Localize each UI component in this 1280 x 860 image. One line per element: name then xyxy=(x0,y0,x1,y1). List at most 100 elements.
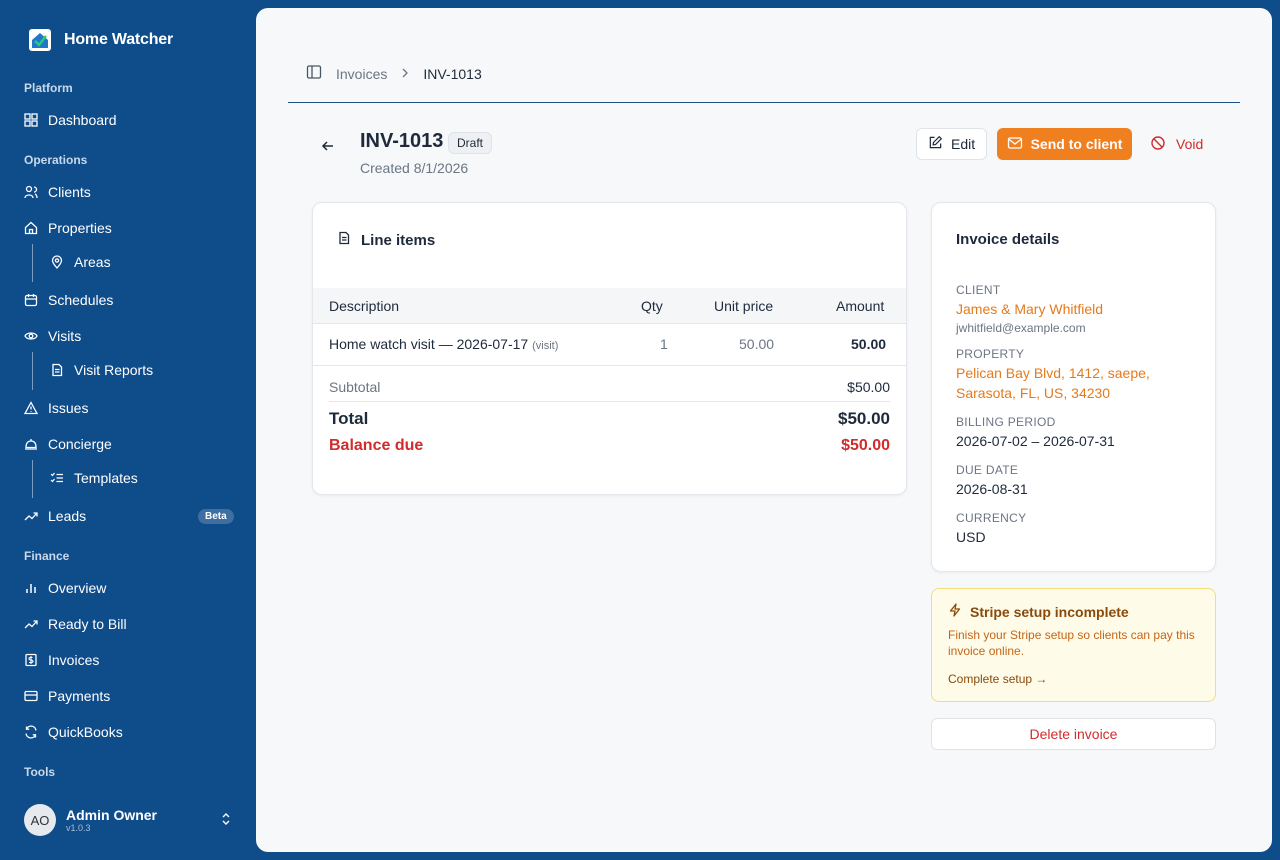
currency-label: CURRENCY xyxy=(956,511,1027,525)
due-date-label: DUE DATE xyxy=(956,463,1019,477)
stripe-setup-alert: Stripe setup incomplete Finish your Stri… xyxy=(931,588,1216,702)
line-items-title: Line items xyxy=(337,231,435,249)
sidebar-item-payments[interactable]: Payments xyxy=(24,684,234,708)
sidebar-item-dashboard[interactable]: Dashboard xyxy=(24,108,234,132)
sidebar-item-label: Visits xyxy=(48,328,82,344)
trending-up-icon xyxy=(24,617,38,631)
send-to-client-button[interactable]: Send to client xyxy=(997,128,1132,160)
send-label: Send to client xyxy=(1030,136,1123,152)
avatar: AO xyxy=(24,804,56,836)
sidebar: Home Watcher Platform Dashboard Operatio… xyxy=(0,0,256,860)
subtotal-label: Subtotal xyxy=(329,379,381,395)
delete-invoice-button[interactable]: Delete invoice xyxy=(931,718,1216,750)
chevrons-up-down-icon xyxy=(220,812,232,831)
due-date-value: 2026-08-31 xyxy=(956,481,1028,497)
stripe-description: Finish your Stripe setup so clients can … xyxy=(948,628,1195,658)
complete-setup-link[interactable]: Complete setup → xyxy=(948,672,1047,686)
chevron-right-icon xyxy=(401,66,409,82)
eye-icon xyxy=(24,329,38,343)
user-menu[interactable]: AO Admin Owner v1.0.3 xyxy=(24,804,234,836)
breadcrumb-invoices[interactable]: Invoices xyxy=(336,66,387,82)
sidebar-item-visit-reports[interactable]: Visit Reports xyxy=(50,358,260,382)
sidebar-item-label: Issues xyxy=(48,400,89,416)
col-description: Description xyxy=(329,298,400,314)
row-tag: (visit) xyxy=(532,340,559,352)
property-label: PROPERTY xyxy=(956,347,1025,361)
total-row: Total $50.00 xyxy=(329,409,890,429)
map-pin-icon xyxy=(50,255,64,269)
created-date: Created 8/1/2026 xyxy=(360,160,469,176)
section-finance: Finance xyxy=(24,549,70,563)
table-row: Home watch visit — 2026-07-17 (visit) 1 … xyxy=(313,324,906,366)
sidebar-item-templates[interactable]: Templates xyxy=(50,466,260,490)
dollar-receipt-icon xyxy=(24,653,38,667)
sidebar-item-areas[interactable]: Areas xyxy=(50,250,260,274)
app-version: v1.0.3 xyxy=(66,823,91,833)
section-tools: Tools xyxy=(24,765,56,779)
line-items-card: Line items Description Qty Unit price Am… xyxy=(312,202,907,495)
sidebar-item-label: Areas xyxy=(74,254,111,270)
currency-value: USD xyxy=(956,529,986,545)
sidebar-item-label: Dashboard xyxy=(48,112,117,128)
sidebar-item-properties[interactable]: Properties xyxy=(24,216,234,240)
sidebar-item-overview[interactable]: Overview xyxy=(24,576,234,600)
page-title: INV-1013 xyxy=(360,130,444,152)
total-label: Total xyxy=(329,409,369,428)
edit-icon xyxy=(928,135,943,153)
main-content: Invoices INV-1013 INV-1013 Draft Created… xyxy=(256,8,1272,852)
property-line1[interactable]: Pelican Bay Blvd, 1412, saepe, xyxy=(956,363,1150,383)
section-operations: Operations xyxy=(24,153,88,167)
house-check-icon xyxy=(28,28,52,52)
home-icon xyxy=(24,221,38,235)
sidebar-item-schedules[interactable]: Schedules xyxy=(24,288,234,312)
invoice-details-card: Invoice details CLIENT James & Mary Whit… xyxy=(931,202,1216,572)
header-divider xyxy=(288,102,1240,103)
lightning-icon xyxy=(948,603,962,620)
line-items-title-text: Line items xyxy=(361,231,436,249)
sidebar-item-ready-to-bill[interactable]: Ready to Bill xyxy=(24,612,234,636)
col-unit-price: Unit price xyxy=(714,298,774,314)
sidebar-item-label: Ready to Bill xyxy=(48,616,127,632)
billing-period-label: BILLING PERIOD xyxy=(956,415,1056,429)
mail-icon xyxy=(1007,135,1023,154)
sub-nav-line xyxy=(32,244,33,282)
credit-card-icon xyxy=(24,689,38,703)
refresh-icon xyxy=(24,725,38,739)
sidebar-item-label: Leads xyxy=(48,508,87,524)
sidebar-item-quickbooks[interactable]: QuickBooks xyxy=(24,720,234,744)
back-arrow-icon[interactable] xyxy=(320,138,336,159)
sidebar-item-invoices[interactable]: Invoices xyxy=(24,648,234,672)
sidebar-item-label: Invoices xyxy=(48,652,100,668)
sidebar-item-issues[interactable]: Issues xyxy=(24,396,234,420)
breadcrumb-current: INV-1013 xyxy=(423,65,482,82)
sidebar-item-label: Concierge xyxy=(48,436,112,452)
beta-badge: Beta xyxy=(198,509,234,524)
sidebar-item-concierge[interactable]: Concierge xyxy=(24,432,234,456)
brand[interactable]: Home Watcher xyxy=(28,28,173,52)
subtotal-value: $50.00 xyxy=(847,379,890,395)
row-qty: 1 xyxy=(660,336,668,352)
users-icon xyxy=(24,185,38,199)
void-label: Void xyxy=(1176,136,1204,152)
details-title: Invoice details xyxy=(956,231,1060,248)
property-line2[interactable]: Sarasota, FL, US, 34230 xyxy=(956,383,1110,403)
subtotal-row: Subtotal $50.00 xyxy=(329,379,890,402)
sidebar-item-label: QuickBooks xyxy=(48,724,123,740)
client-label: CLIENT xyxy=(956,283,1001,297)
sidebar-item-label: Overview xyxy=(48,580,107,596)
document-icon xyxy=(50,363,64,377)
ban-icon xyxy=(1150,135,1166,154)
edit-button[interactable]: Edit xyxy=(916,128,988,160)
sidebar-item-clients[interactable]: Clients xyxy=(24,180,234,204)
sidebar-item-label: Payments xyxy=(48,688,111,704)
grid-icon xyxy=(24,113,38,127)
row-description-cell: Home watch visit — 2026-07-17 (visit) xyxy=(329,336,558,352)
sidebar-toggle-icon[interactable] xyxy=(306,64,322,83)
void-button[interactable]: Void xyxy=(1150,128,1203,160)
document-icon xyxy=(337,231,351,249)
sidebar-item-visits[interactable]: Visits xyxy=(24,324,234,348)
edit-label: Edit xyxy=(951,136,976,152)
status-badge: Draft xyxy=(448,132,493,154)
client-name-link[interactable]: James & Mary Whitfield xyxy=(956,299,1103,319)
warning-icon xyxy=(24,401,38,415)
